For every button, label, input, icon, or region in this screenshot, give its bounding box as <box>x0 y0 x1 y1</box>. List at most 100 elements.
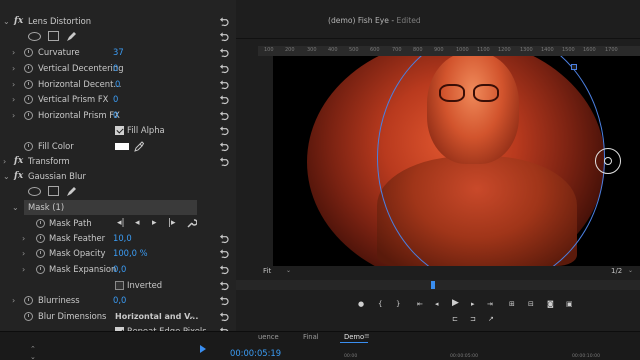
stopwatch-icon[interactable] <box>24 142 33 151</box>
comparison-view-icon[interactable]: ▣ <box>566 299 573 309</box>
tab-sequence[interactable]: uence <box>258 333 279 341</box>
play-icon[interactable]: ▶ <box>452 298 459 308</box>
reset-icon[interactable] <box>219 311 230 322</box>
stopwatch-icon[interactable] <box>24 64 33 73</box>
marker-icon[interactable]: ● <box>358 299 364 309</box>
reset-icon[interactable] <box>219 16 230 27</box>
reset-icon[interactable] <box>219 295 230 306</box>
rectangle-mask-icon[interactable] <box>48 31 59 41</box>
inverted-checkbox[interactable] <box>115 281 124 290</box>
mark-out-icon[interactable]: } <box>396 299 400 309</box>
reset-icon[interactable] <box>219 264 230 275</box>
expand-icon[interactable]: › <box>22 262 30 277</box>
expand-icon[interactable]: › <box>12 45 20 60</box>
timeline-scroll-icon[interactable]: ⌄ <box>30 353 36 360</box>
monitor-playhead[interactable] <box>431 281 435 289</box>
stopwatch-icon[interactable] <box>24 111 33 120</box>
mask-feather-value[interactable]: 10,0 <box>113 231 132 246</box>
curvature-value[interactable]: 37 <box>113 45 124 60</box>
export-frame-icon[interactable]: ↗ <box>488 314 494 324</box>
fill-color-swatch[interactable] <box>115 143 129 150</box>
insert-icon[interactable]: ⊞ <box>509 299 515 309</box>
mark-in-icon[interactable]: { <box>378 299 382 309</box>
reset-icon[interactable] <box>219 31 230 42</box>
stopwatch-icon[interactable] <box>36 249 45 258</box>
stopwatch-icon[interactable] <box>24 312 33 321</box>
track-forward-one-icon[interactable]: |▸ <box>168 218 176 228</box>
resolution-select[interactable]: 1/2 <box>611 267 622 275</box>
track-forward-icon[interactable]: ▸ <box>152 218 157 228</box>
blurriness-value[interactable]: 0,0 <box>113 293 126 308</box>
expand-icon[interactable]: › <box>12 92 20 107</box>
timecode[interactable]: 00:00:05:19 <box>230 348 281 358</box>
blur-dimensions-dropdown[interactable]: Horizontal and V... <box>115 310 198 323</box>
collapse-icon[interactable]: ⌄ <box>3 14 11 29</box>
stopwatch-icon[interactable] <box>24 48 33 57</box>
expand-icon[interactable]: › <box>3 154 11 169</box>
stopwatch-icon[interactable] <box>36 234 45 243</box>
reset-icon[interactable] <box>219 280 230 291</box>
tab-menu-icon[interactable]: ≡ <box>364 332 370 340</box>
video-frame[interactable] <box>273 56 640 266</box>
reset-icon[interactable] <box>219 248 230 259</box>
step-forward-icon[interactable]: ▸ <box>471 299 475 309</box>
reset-icon[interactable] <box>219 47 230 58</box>
effect-transform[interactable]: › fx Transform <box>0 154 236 169</box>
mask-opacity-value[interactable]: 100,0 % <box>113 246 148 261</box>
vertical-decentering-value[interactable]: 0 <box>113 61 118 76</box>
reset-icon[interactable] <box>219 63 230 74</box>
expand-icon[interactable]: › <box>12 61 20 76</box>
mask-center-handle[interactable] <box>604 157 612 165</box>
mask-expansion-value[interactable]: 0,0 <box>113 262 126 277</box>
ellipse-mask-icon[interactable] <box>28 187 41 196</box>
reset-icon[interactable] <box>219 156 230 167</box>
track-backward-one-icon[interactable]: ◂| <box>117 218 125 228</box>
mask-outline[interactable] <box>377 56 605 266</box>
horizontal-decentering-value[interactable]: 0 <box>115 77 120 92</box>
play-indicator-icon[interactable] <box>200 345 206 353</box>
stopwatch-icon[interactable] <box>36 265 45 274</box>
reset-icon[interactable] <box>219 141 230 152</box>
reset-icon[interactable] <box>219 125 230 136</box>
horizontal-prism-value[interactable]: 0 <box>113 108 118 123</box>
fx-icon[interactable]: fx <box>14 14 23 29</box>
stopwatch-icon[interactable] <box>24 95 33 104</box>
chevron-down-icon[interactable]: ⌄ <box>189 310 195 323</box>
reset-icon[interactable] <box>219 79 230 90</box>
tab-final[interactable]: Final <box>303 333 319 341</box>
reset-icon[interactable] <box>219 94 230 105</box>
reset-icon[interactable] <box>219 233 230 244</box>
zoom-select[interactable]: Fit <box>263 267 271 275</box>
go-to-out-icon[interactable]: ⇥ <box>487 299 493 309</box>
overwrite-icon[interactable]: ⊟ <box>528 299 534 309</box>
expand-icon[interactable]: › <box>12 293 20 308</box>
expand-icon[interactable]: › <box>22 231 30 246</box>
collapse-icon[interactable]: ⌄ <box>12 200 20 215</box>
timeline-scroll-icon[interactable]: ⌃ <box>30 345 36 353</box>
extract-icon[interactable]: ⊐ <box>470 314 476 324</box>
eyedropper-icon[interactable] <box>134 141 144 152</box>
monitor-scrubber[interactable] <box>236 280 640 290</box>
ellipse-mask-icon[interactable] <box>28 32 41 41</box>
mask-vertex-handle[interactable] <box>571 64 577 70</box>
rectangle-mask-icon[interactable] <box>48 186 59 196</box>
wrench-icon[interactable] <box>186 218 197 229</box>
effect-gaussian-blur[interactable]: ⌄ fx Gaussian Blur <box>0 169 236 184</box>
stopwatch-icon[interactable] <box>24 80 33 89</box>
stopwatch-icon[interactable] <box>24 296 33 305</box>
fx-icon[interactable]: fx <box>14 169 23 184</box>
tab-demo[interactable]: Demo <box>344 333 364 341</box>
expand-icon[interactable]: › <box>12 77 20 92</box>
pen-mask-icon[interactable] <box>66 31 77 42</box>
camera-icon[interactable]: ◙ <box>547 299 554 309</box>
expand-icon[interactable]: › <box>22 246 30 261</box>
chevron-down-icon[interactable]: ⌄ <box>286 267 291 274</box>
lift-icon[interactable]: ⊏ <box>452 314 458 324</box>
fx-icon[interactable]: fx <box>14 154 23 169</box>
expand-icon[interactable]: › <box>12 108 20 123</box>
reset-icon[interactable] <box>219 110 230 121</box>
chevron-down-icon[interactable]: ⌄ <box>628 267 633 274</box>
mask-1[interactable]: ⌄ Mask (1) <box>0 200 236 215</box>
track-backward-icon[interactable]: ◂ <box>135 218 140 228</box>
fill-alpha-checkbox[interactable] <box>115 126 124 135</box>
